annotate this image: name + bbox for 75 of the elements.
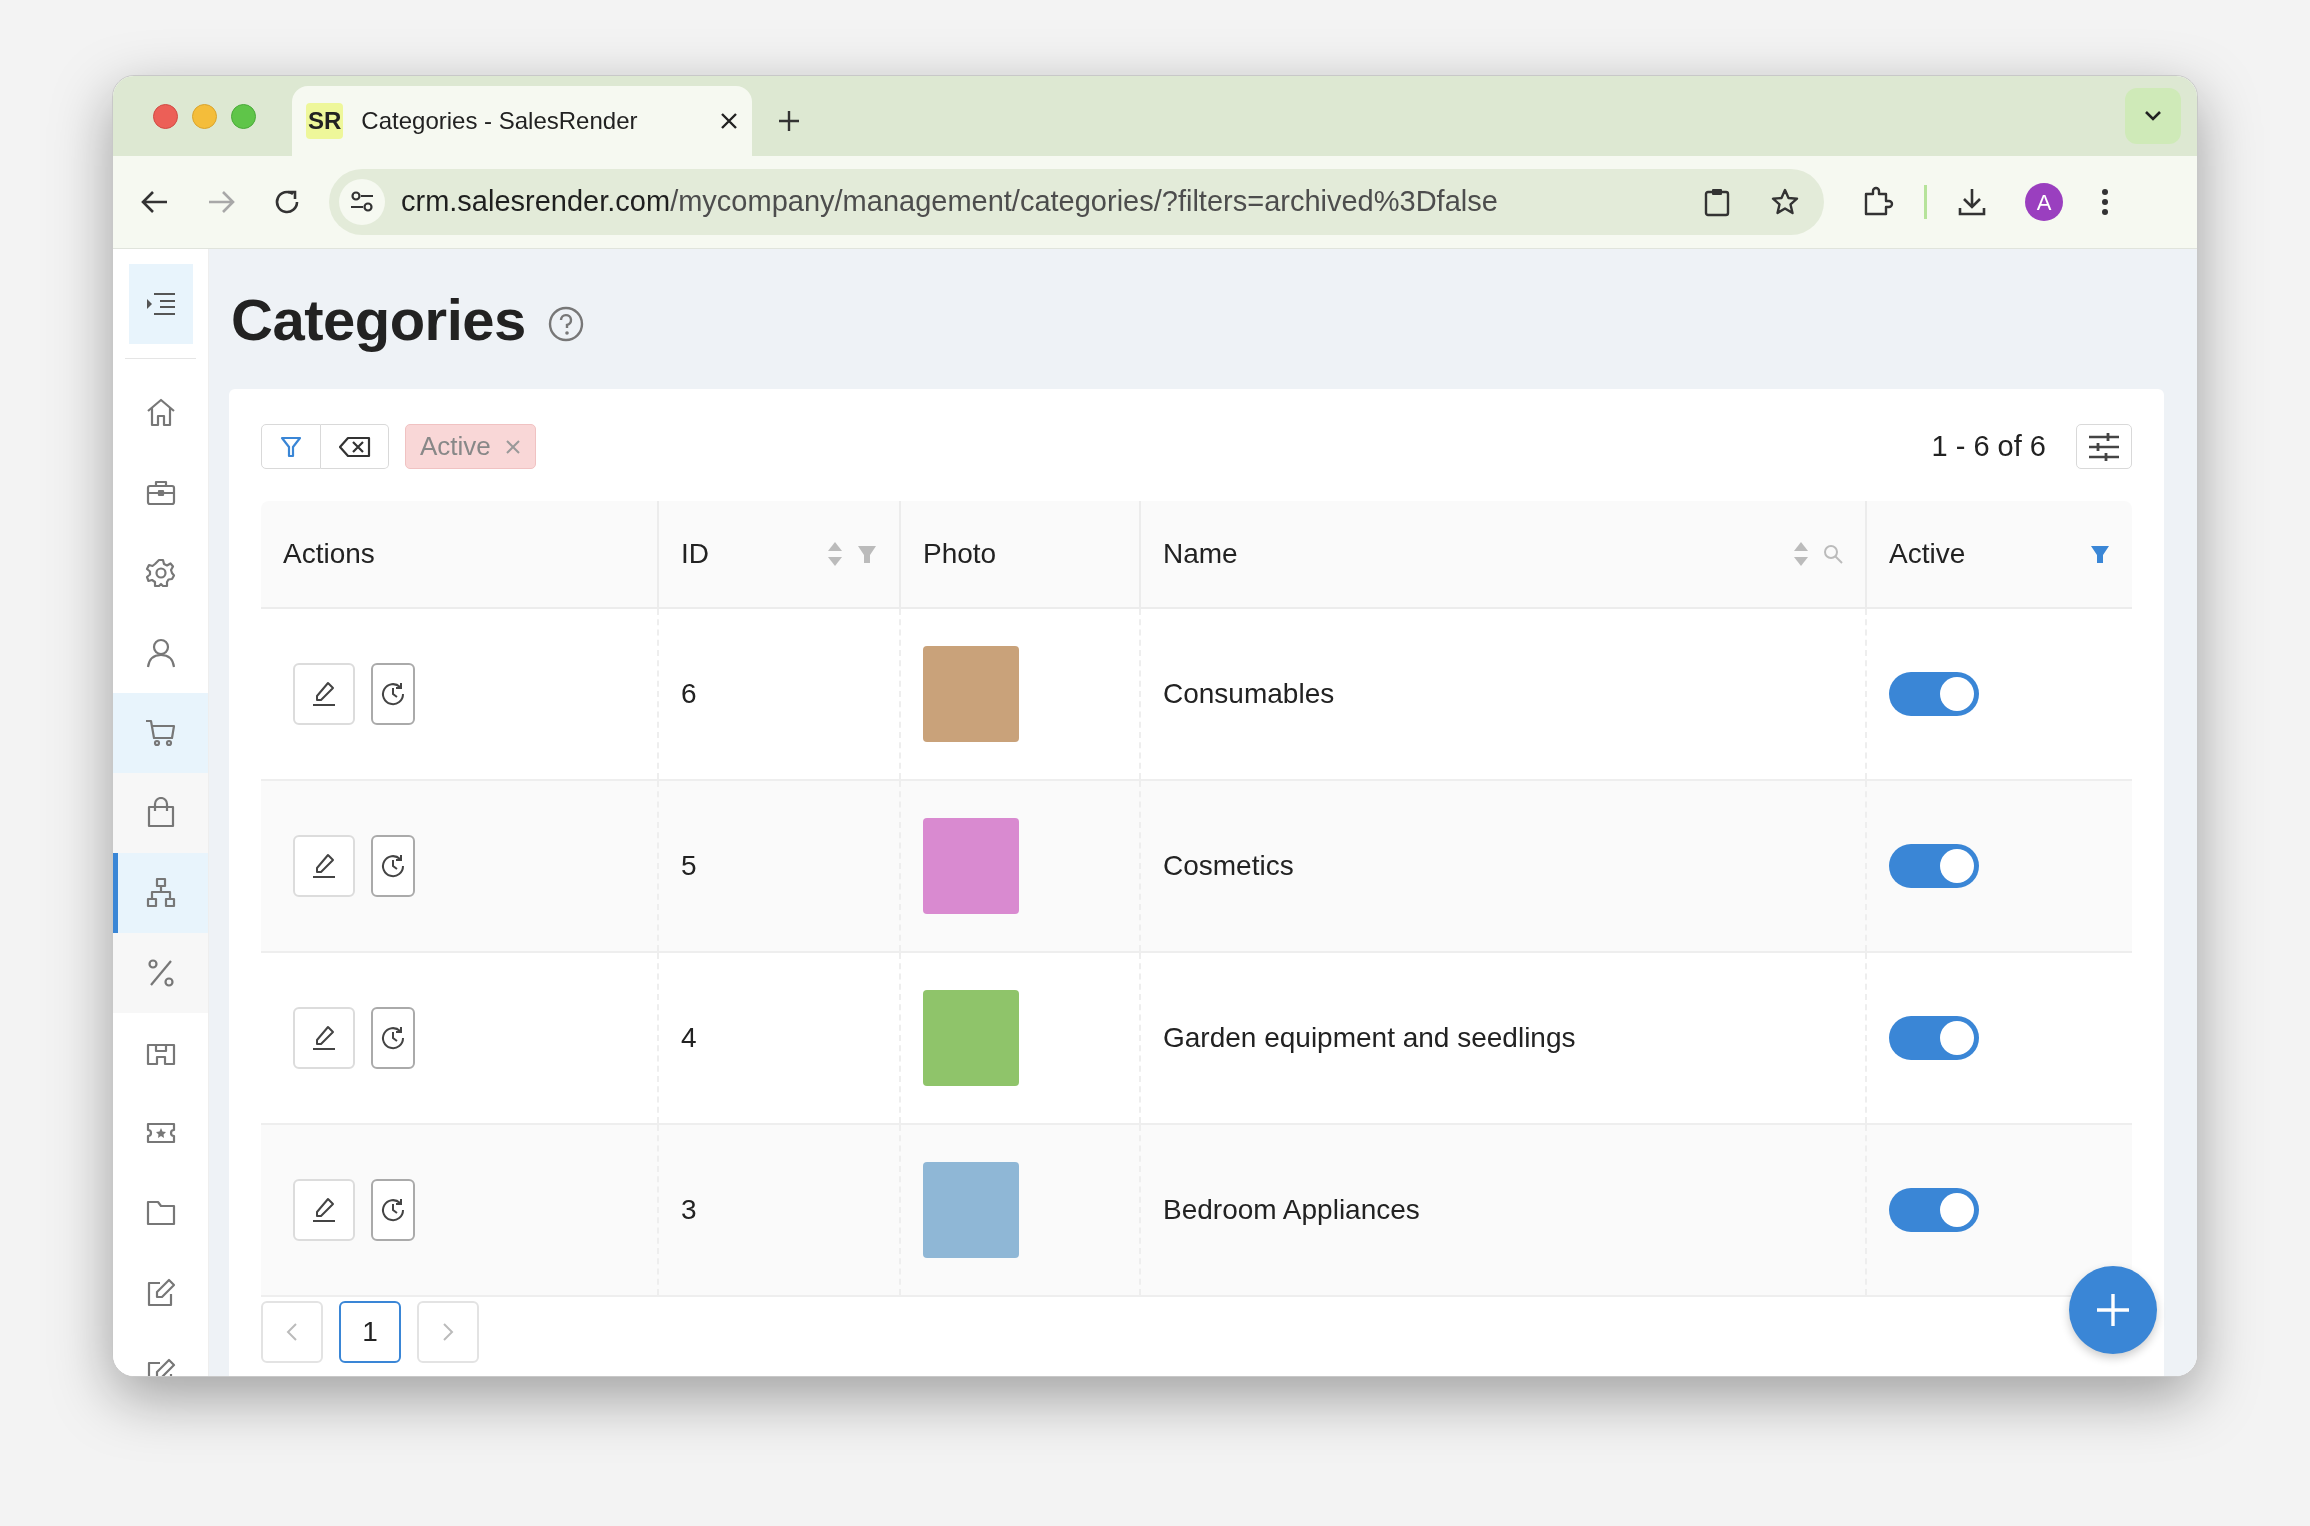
gear-icon xyxy=(144,557,177,589)
extensions-icon[interactable] xyxy=(1862,186,1894,218)
chevron-down-icon xyxy=(2144,110,2162,122)
sidebar-item[interactable] xyxy=(113,853,208,933)
sidebar-item[interactable] xyxy=(113,693,208,773)
table-cell-text: 3 xyxy=(681,1193,697,1227)
sidebar-toggle-button[interactable] xyxy=(128,263,193,344)
backspace-icon xyxy=(338,435,371,458)
history-icon xyxy=(380,853,406,879)
history-icon xyxy=(380,681,406,707)
table-cell-text: 4 xyxy=(681,1021,697,1055)
results-range: 1 - 6 of 6 xyxy=(1931,428,2046,464)
tune-icon xyxy=(350,191,374,213)
history-button[interactable] xyxy=(371,1007,415,1069)
edit-button[interactable] xyxy=(293,663,355,725)
table-cell-text: Bedroom Appliances xyxy=(1163,1193,1420,1227)
close-window-button[interactable] xyxy=(153,103,178,129)
chevron-left-icon xyxy=(286,1322,298,1342)
pencil-icon xyxy=(311,681,337,707)
edit-button[interactable] xyxy=(293,1007,355,1069)
more-icon[interactable] xyxy=(2101,188,2109,216)
column-header: ID xyxy=(681,537,710,571)
url-text: crm.salesrender.com/mycompany/management/categories/?filters=archived%3Dfalse xyxy=(401,184,1499,220)
browser-tab[interactable]: SR Categories - SalesRender xyxy=(292,86,752,156)
chevron-right-icon xyxy=(442,1322,454,1342)
sliders-icon xyxy=(2088,431,2120,462)
history-button[interactable] xyxy=(371,663,415,725)
toggle-switch[interactable] xyxy=(1889,672,1979,716)
sitemap-icon xyxy=(144,877,177,909)
address-bar[interactable]: crm.salesrender.com/mycompany/management/categories/?filters=archived%3Dfalse xyxy=(329,169,1824,235)
plus-icon xyxy=(2095,1292,2131,1328)
history-button[interactable] xyxy=(371,835,415,897)
filter-button[interactable] xyxy=(261,424,321,469)
star-icon[interactable] xyxy=(1770,187,1800,217)
download-icon[interactable] xyxy=(1957,187,1987,217)
site-settings-button[interactable] xyxy=(339,179,385,225)
column-header: Active xyxy=(1889,537,1967,571)
columns-settings-button[interactable] xyxy=(2076,424,2132,469)
column-header: Photo xyxy=(923,537,998,571)
column-header: Actions xyxy=(283,537,376,571)
profile-avatar[interactable]: A xyxy=(2025,183,2063,221)
edit-button[interactable] xyxy=(293,835,355,897)
user-icon xyxy=(144,637,177,669)
table-cell-text: 5 xyxy=(681,849,697,883)
history-icon xyxy=(380,1025,406,1051)
page-title: Categories xyxy=(231,285,526,354)
table-cell-text: 6 xyxy=(681,677,697,711)
table-cell-text: Consumables xyxy=(1163,677,1335,711)
sidebar-item[interactable] xyxy=(113,773,208,853)
page-button[interactable]: 1 xyxy=(339,1301,401,1363)
clear-filters-button[interactable] xyxy=(321,424,389,469)
toggle-switch[interactable] xyxy=(1889,1016,1979,1060)
reload-icon[interactable] xyxy=(273,188,301,216)
tab-title: Categories - SalesRender xyxy=(361,106,639,136)
toggle-switch[interactable] xyxy=(1889,1188,1979,1232)
favicon: SR xyxy=(306,103,344,139)
table-cell-text: Cosmetics xyxy=(1163,849,1294,883)
history-icon xyxy=(380,1197,406,1223)
cart-icon xyxy=(144,717,177,749)
close-icon[interactable] xyxy=(720,112,738,130)
back-icon[interactable] xyxy=(141,190,169,214)
edit-button[interactable] xyxy=(293,1179,355,1241)
pencil-icon xyxy=(311,1025,337,1051)
clipboard-icon[interactable] xyxy=(1704,187,1730,217)
menu-icon xyxy=(145,291,176,316)
filter-icon xyxy=(280,434,302,459)
history-button[interactable] xyxy=(371,1179,415,1241)
column-header: Name xyxy=(1163,537,1239,571)
help-icon[interactable] xyxy=(547,306,584,342)
new-tab-icon[interactable] xyxy=(778,110,800,132)
filter-icon[interactable] xyxy=(2090,544,2110,564)
table-cell-text: Garden equipment and seedlings xyxy=(1163,1021,1576,1055)
toggle-switch[interactable] xyxy=(1889,844,1979,888)
pencil-icon xyxy=(311,853,337,879)
pencil-icon xyxy=(311,1197,337,1223)
